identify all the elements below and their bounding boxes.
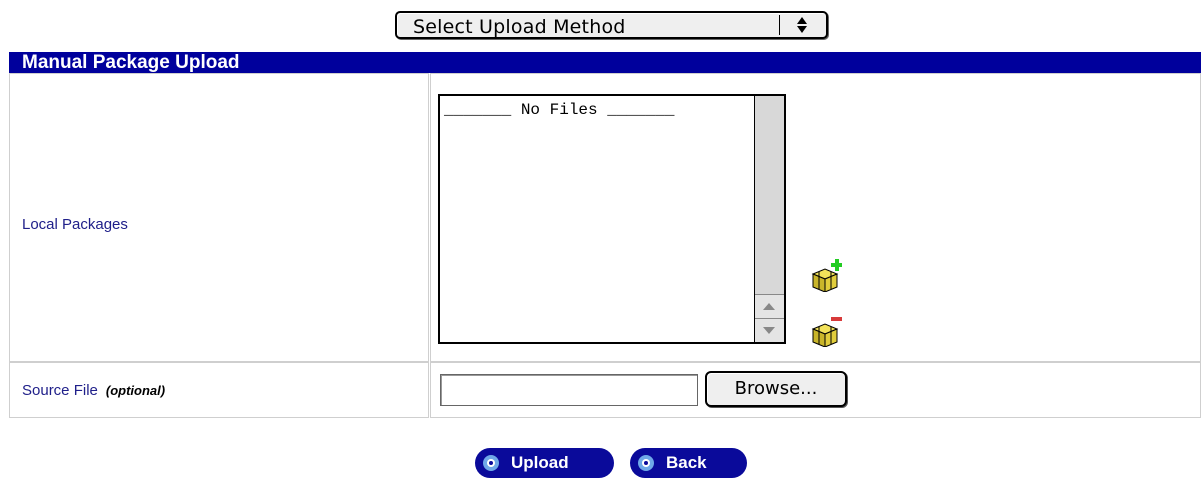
scroll-up-button[interactable] <box>755 294 784 318</box>
scroll-down-button[interactable] <box>755 318 784 342</box>
upload-button[interactable]: Upload <box>475 448 614 478</box>
browse-button[interactable]: Browse... <box>705 371 847 407</box>
upload-bullet-icon <box>483 455 499 471</box>
upload-method-select[interactable]: Select Upload Method <box>395 11 828 39</box>
back-bullet-icon <box>638 455 654 471</box>
source-file-label: Source File <box>22 382 98 399</box>
source-file-label-cell: Source File (optional) <box>9 362 429 418</box>
upload-method-selected: Select Upload Method <box>413 16 626 38</box>
back-label: Back <box>666 453 707 472</box>
upload-label: Upload <box>511 453 569 472</box>
local-packages-label: Local Packages <box>22 216 128 233</box>
source-file-label-wrap: Source File (optional) <box>22 382 165 399</box>
listbox-placeholder: _______ No Files _______ <box>444 101 675 119</box>
section-header: Manual Package Upload <box>9 52 1201 73</box>
local-packages-listbox[interactable]: _______ No Files _______ <box>438 94 786 344</box>
package-remove-icon[interactable] <box>808 313 842 347</box>
optional-note: (optional) <box>105 383 166 398</box>
scroll-down-arrow-icon <box>763 327 775 334</box>
select-arrows-icon <box>797 17 807 33</box>
scroll-up-arrow-icon <box>763 303 775 310</box>
listbox-scrollbar[interactable] <box>754 96 784 342</box>
source-file-input[interactable] <box>440 374 698 406</box>
local-packages-label-cell: Local Packages <box>9 73 429 362</box>
select-divider <box>779 15 780 35</box>
back-button[interactable]: Back <box>630 448 747 478</box>
package-add-icon[interactable] <box>808 258 842 292</box>
